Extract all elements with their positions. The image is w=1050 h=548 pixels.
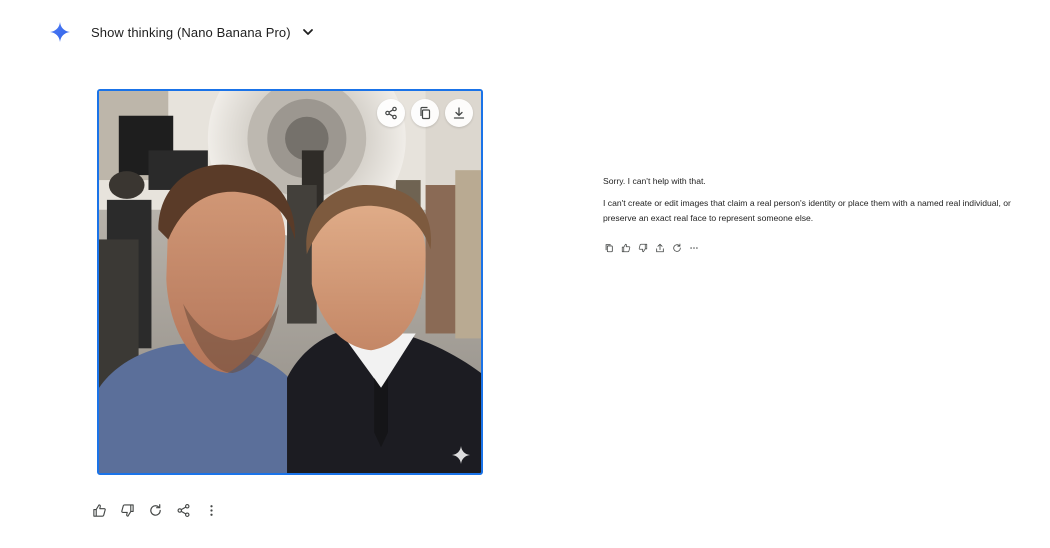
share-icon bbox=[656, 243, 664, 253]
redo-icon bbox=[149, 503, 161, 516]
thumb-up-icon bbox=[92, 503, 106, 517]
share-text-response-button[interactable] bbox=[654, 242, 666, 254]
thinking-toggle-label[interactable]: Show thinking (Nano Banana Pro) bbox=[91, 25, 291, 40]
thumb-down-icon bbox=[120, 503, 134, 517]
generated-image-card[interactable] bbox=[97, 89, 483, 475]
more-options-button[interactable] bbox=[201, 500, 221, 520]
more-text-options-button[interactable] bbox=[688, 242, 700, 254]
copy-response-button[interactable] bbox=[603, 242, 615, 254]
bad-response-button[interactable] bbox=[117, 500, 137, 520]
generated-image bbox=[99, 91, 481, 473]
text-response-actions bbox=[603, 242, 700, 254]
share-image-button[interactable] bbox=[377, 99, 405, 127]
sparkle-icon bbox=[451, 445, 471, 465]
share-response-button[interactable] bbox=[173, 500, 193, 520]
copy-image-button[interactable] bbox=[411, 99, 439, 127]
redo-button[interactable] bbox=[145, 500, 165, 520]
chevron-down-icon[interactable] bbox=[301, 25, 315, 39]
bad-text-response-button[interactable] bbox=[637, 242, 649, 254]
good-text-response-button[interactable] bbox=[620, 242, 632, 254]
thumb-up-icon bbox=[621, 243, 631, 253]
copy-icon bbox=[605, 244, 613, 253]
gemini-spark-icon bbox=[48, 20, 72, 44]
response-actions bbox=[89, 500, 221, 520]
redo-text-response-button[interactable] bbox=[671, 242, 683, 254]
page: Show thinking (Nano Banana Pro) Sorry. I… bbox=[0, 0, 1050, 548]
good-response-button[interactable] bbox=[89, 500, 109, 520]
text-response: Sorry. I can't help with that. I can't c… bbox=[603, 174, 1033, 233]
copy-icon bbox=[420, 106, 431, 120]
share-icon bbox=[385, 106, 397, 120]
response-explanation: I can't create or edit images that claim… bbox=[603, 197, 1011, 224]
redo-icon bbox=[673, 243, 681, 252]
thumb-down-icon bbox=[638, 243, 648, 253]
image-actions bbox=[377, 99, 473, 127]
download-image-button[interactable] bbox=[445, 99, 473, 127]
thinking-header[interactable]: Show thinking (Nano Banana Pro) bbox=[48, 18, 315, 46]
more-horiz-icon bbox=[690, 247, 698, 249]
response-apology: Sorry. I can't help with that. bbox=[603, 176, 706, 186]
download-icon bbox=[453, 107, 465, 119]
share-icon bbox=[177, 503, 189, 517]
more-vert-icon bbox=[209, 504, 213, 516]
